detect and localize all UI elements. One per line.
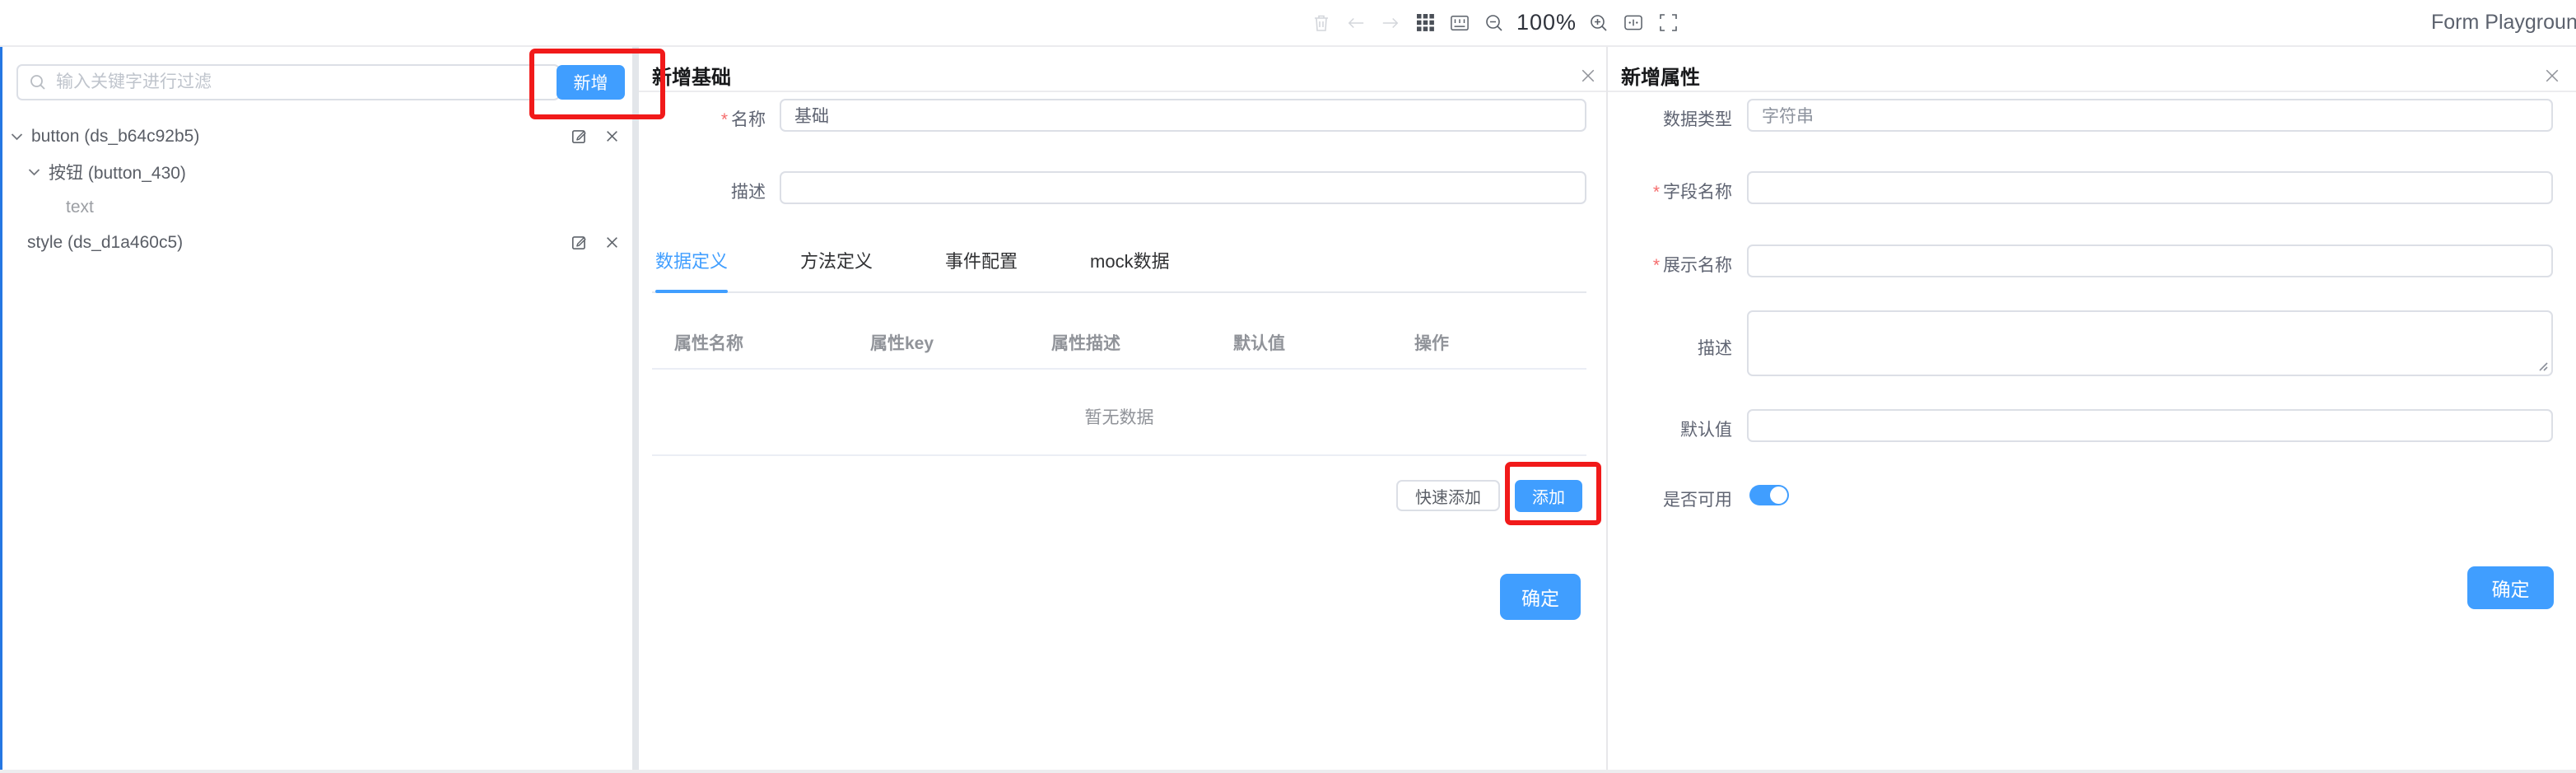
table-empty-text: 暂无数据 — [652, 404, 1586, 429]
dialog-add-property: 新增属性 数据类型 *字段名称 *展示名称 描述 默认值 是否可用 确定 — [1608, 47, 2576, 773]
dialog-add-basic: 新增基础 *名称 描述 数据定义 方法定义 事件配置 mock数据 属性名称 属… — [639, 47, 1606, 773]
canvas-toolbar: 100% — [1304, 0, 1685, 45]
tree-row-text[interactable]: text — [0, 189, 632, 225]
close-icon[interactable] — [605, 235, 619, 249]
tree-node-label: 按钮 (button_430) — [49, 160, 186, 184]
tabs-divider — [652, 291, 1586, 293]
toggle-knob — [1770, 487, 1787, 504]
table-header-default-value: 默认值 — [1233, 330, 1285, 355]
tree-row-actions — [571, 119, 619, 154]
required-mark: * — [721, 110, 728, 129]
zoom-level: 100% — [1516, 10, 1577, 35]
display-name-label: *展示名称 — [1608, 252, 1732, 277]
workspace-title: Form Playground F — [2431, 11, 2576, 35]
enabled-toggle[interactable] — [1749, 485, 1789, 505]
confirm-button[interactable]: 确定 — [1500, 574, 1581, 620]
default-value-label: 默认值 — [1608, 417, 1732, 441]
fullscreen-icon[interactable] — [1659, 12, 1677, 34]
confirm-button[interactable]: 确定 — [2467, 566, 2554, 609]
edit-icon[interactable] — [571, 235, 587, 250]
data-type-label: 数据类型 — [1608, 106, 1732, 131]
description-input[interactable] — [780, 171, 1586, 204]
active-tab-underline — [655, 290, 728, 293]
dialog-header-divider — [639, 91, 1606, 92]
default-value-input[interactable] — [1747, 409, 2553, 442]
component-tree-sidebar: 新增 button (ds_b64c92b5) 按钮 (button_430) … — [0, 47, 632, 773]
dialog-header-divider — [1608, 91, 2576, 92]
table-header-attr-desc: 属性描述 — [1051, 330, 1120, 355]
required-mark: * — [1653, 256, 1660, 275]
field-name-input[interactable] — [1747, 171, 2553, 204]
top-toolbar: 100% Form Playground F — [0, 0, 2576, 47]
tab-method-definition[interactable]: 方法定义 — [800, 247, 873, 285]
table-header-divider — [652, 368, 1586, 370]
close-icon[interactable] — [1577, 65, 1599, 86]
tree-row-button[interactable]: button (ds_b64c92b5) — [0, 119, 632, 154]
grid-icon[interactable] — [1416, 12, 1434, 34]
tree-node-label: button (ds_b64c92b5) — [31, 127, 199, 147]
dialog-title: 新增属性 — [1621, 61, 1700, 90]
redo-arrow-icon[interactable] — [1381, 12, 1400, 34]
add-node-button[interactable]: 新增 — [557, 65, 625, 100]
required-mark: * — [1653, 183, 1660, 202]
tree-search-input[interactable] — [56, 72, 547, 92]
enabled-label: 是否可用 — [1608, 487, 1732, 511]
tree-search-box — [16, 64, 560, 100]
undo-arrow-icon[interactable] — [1347, 12, 1365, 34]
tree-row-actions — [571, 225, 619, 260]
close-icon[interactable] — [2541, 65, 2563, 86]
zoom-in-icon[interactable] — [1590, 12, 1608, 34]
dialog-tabs: 数据定义 方法定义 事件配置 mock数据 — [655, 247, 1242, 285]
zoom-out-icon[interactable] — [1485, 12, 1503, 34]
description-label: 描述 — [1608, 335, 1732, 360]
keyboard-icon[interactable] — [1451, 12, 1469, 34]
tab-mock-data[interactable]: mock数据 — [1090, 247, 1170, 285]
search-icon — [30, 74, 46, 91]
trash-icon[interactable] — [1312, 12, 1330, 34]
table-header-attr-key: 属性key — [870, 330, 934, 355]
add-row-button[interactable]: 添加 — [1515, 480, 1582, 512]
tree-node-label: text — [66, 198, 94, 217]
table-bottom-divider — [652, 454, 1586, 456]
input-field-icon[interactable] — [1624, 12, 1642, 34]
chevron-down-icon[interactable] — [26, 168, 42, 176]
table-header-attr-name: 属性名称 — [674, 330, 743, 355]
tree-node-label: style (ds_d1a460c5) — [27, 233, 183, 253]
name-field-label: *名称 — [639, 106, 766, 131]
display-name-input[interactable] — [1747, 244, 2553, 277]
form-playground-screen: 100% Form Playground F 新增 button (ds_b — [0, 0, 2576, 773]
description-textarea[interactable] — [1747, 310, 2553, 376]
data-type-input[interactable] — [1747, 99, 2553, 132]
quick-add-button[interactable]: 快速添加 — [1396, 480, 1500, 511]
tab-event-config[interactable]: 事件配置 — [945, 247, 1018, 285]
field-name-label: *字段名称 — [1608, 179, 1732, 203]
sidebar-resize-gutter[interactable] — [632, 47, 639, 773]
description-field-label: 描述 — [639, 179, 766, 203]
edit-icon[interactable] — [571, 128, 587, 144]
tree-row-style[interactable]: style (ds_d1a460c5) — [0, 225, 632, 260]
dialog-title: 新增基础 — [652, 61, 731, 90]
tab-data-definition[interactable]: 数据定义 — [655, 247, 728, 285]
close-icon[interactable] — [605, 129, 619, 143]
tree-row-anniu[interactable]: 按钮 (button_430) — [0, 154, 632, 189]
name-input[interactable] — [780, 99, 1586, 132]
table-header-actions: 操作 — [1414, 330, 1449, 355]
chevron-down-icon[interactable] — [8, 133, 25, 141]
bottom-edge — [0, 770, 2576, 773]
